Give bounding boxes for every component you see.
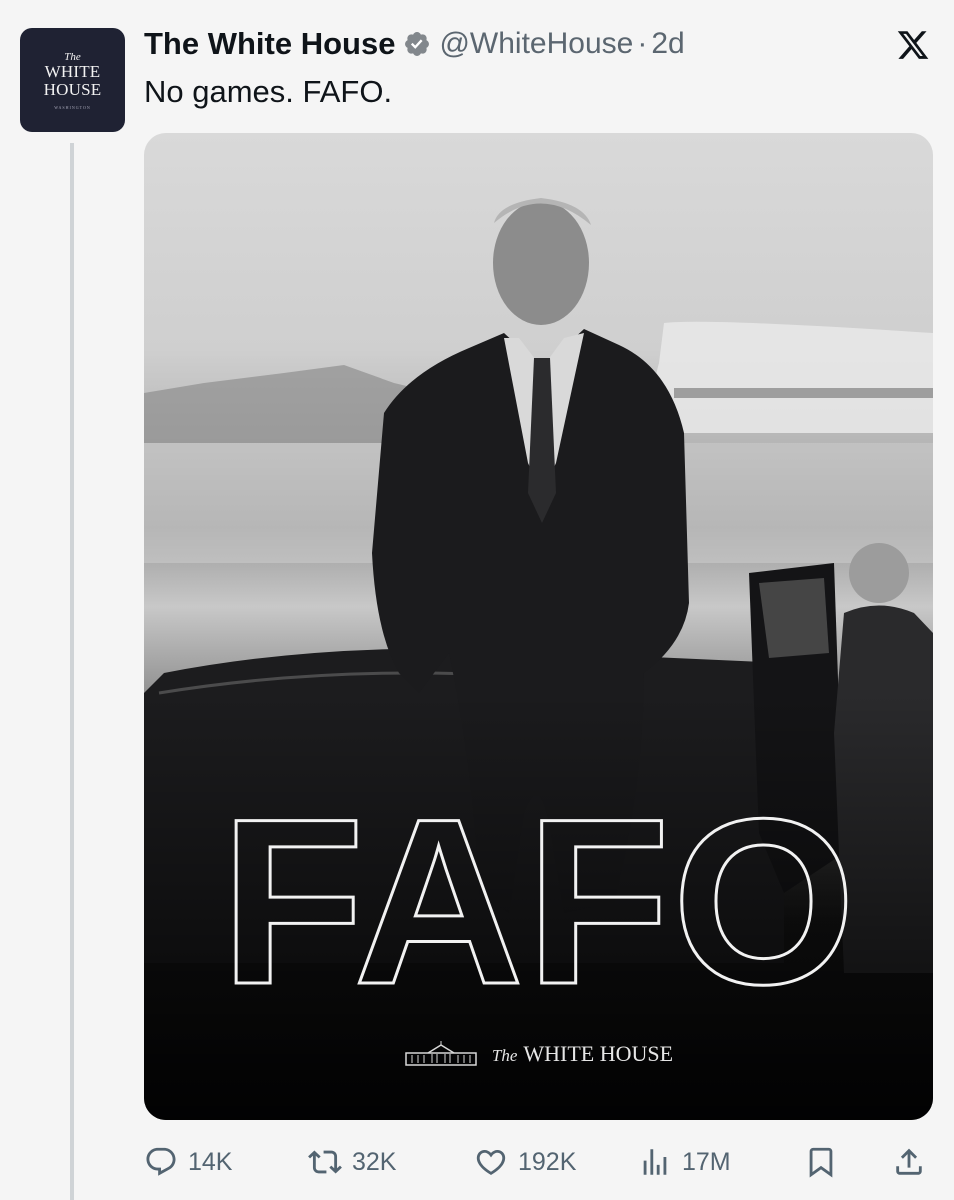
reply-icon xyxy=(146,1147,176,1176)
heart-icon xyxy=(476,1149,506,1175)
avatar-washington: WASHINGTON xyxy=(54,104,91,110)
views-count: 17M xyxy=(682,1147,731,1176)
reply-button[interactable]: 14K xyxy=(144,1140,232,1184)
avatar-the: The xyxy=(64,50,81,63)
avatar-white: WHITE xyxy=(44,61,101,81)
repost-button[interactable]: 32K xyxy=(308,1140,396,1184)
repost-icon xyxy=(308,1150,342,1174)
avatar[interactable]: The WHITE HOUSE WASHINGTON xyxy=(20,28,125,132)
share-icon xyxy=(896,1148,922,1175)
brand-the: The xyxy=(491,1046,518,1065)
share-button[interactable] xyxy=(892,1140,936,1184)
repost-count: 32K xyxy=(352,1147,397,1176)
white-house-brand: The WHITE HOUSE xyxy=(144,1041,933,1067)
views-icon xyxy=(643,1149,667,1175)
fafo-overlay-text: FAFO xyxy=(220,770,857,1034)
tweet-image[interactable]: FAFO The WHITE HOUSE xyxy=(144,133,933,1120)
tweet-text: No games. FAFO. xyxy=(144,74,393,109)
reply-count: 14K xyxy=(188,1147,233,1176)
separator-dot: · xyxy=(637,27,648,60)
brand-text: The WHITE HOUSE xyxy=(492,1041,673,1067)
verified-badge-icon xyxy=(405,32,430,56)
avatar-house: HOUSE xyxy=(43,79,102,99)
bookmark-button[interactable] xyxy=(804,1140,848,1184)
action-bar: 14K 32K 192K 17M xyxy=(144,1140,934,1184)
white-house-building-icon xyxy=(405,1041,477,1066)
tweet-time[interactable]: 2d xyxy=(651,27,684,61)
thread-line xyxy=(70,143,74,1200)
photo-scene: FAFO xyxy=(144,198,933,1120)
bookmark-icon xyxy=(809,1147,833,1178)
x-logo-icon[interactable] xyxy=(895,28,931,62)
like-button[interactable]: 192K xyxy=(474,1140,576,1184)
author-handle[interactable]: @WhiteHouse xyxy=(439,27,633,61)
author-name[interactable]: The White House xyxy=(144,26,395,62)
brand-name: WHITE HOUSE xyxy=(523,1041,674,1066)
tweet-header: The White House @WhiteHouse · 2d xyxy=(144,24,685,64)
views-button[interactable]: 17M xyxy=(638,1140,731,1184)
like-count: 192K xyxy=(518,1147,577,1176)
